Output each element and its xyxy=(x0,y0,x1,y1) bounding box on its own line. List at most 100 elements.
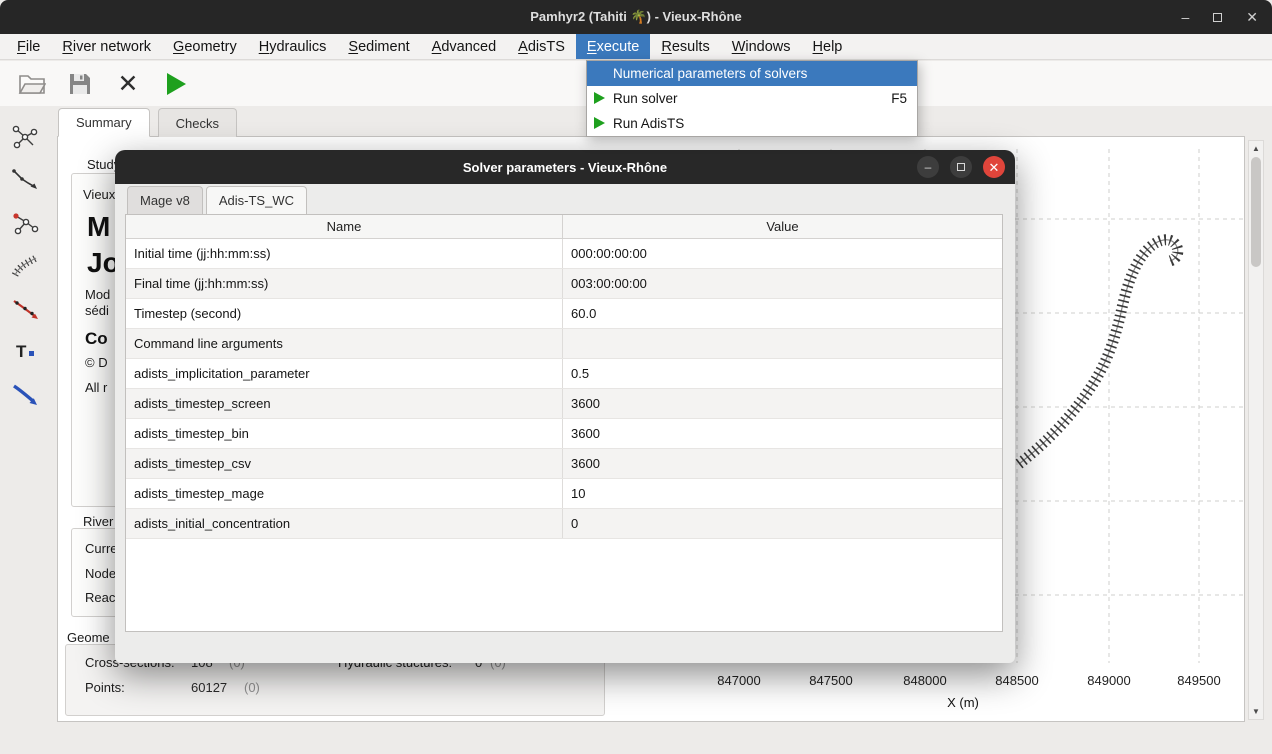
reach-profile-tool[interactable] xyxy=(9,165,41,195)
param-value[interactable]: 10 xyxy=(563,479,1002,508)
scrollbar-thumb[interactable] xyxy=(1251,157,1261,267)
red-curve-tool[interactable] xyxy=(9,294,41,324)
x-tick-label: 847000 xyxy=(704,673,774,688)
scroll-down-icon[interactable]: ▼ xyxy=(1249,707,1263,716)
open-button[interactable] xyxy=(16,68,48,100)
table-row[interactable]: adists_implicitation_parameter 0.5 xyxy=(126,359,1002,389)
menu-sediment[interactable]: Sediment xyxy=(337,34,420,59)
vertical-scrollbar[interactable]: ▲ ▼ xyxy=(1248,140,1264,720)
param-value[interactable]: 3600 xyxy=(563,419,1002,448)
window-titlebar[interactable]: Pamhyr2 (Tahiti 🌴) - Vieux-Rhône – ✕ xyxy=(0,0,1272,34)
points-value: 60127 xyxy=(191,680,227,695)
tab-mage-v8[interactable]: Mage v8 xyxy=(127,186,203,214)
river-network-tool[interactable] xyxy=(9,122,41,152)
param-name: Final time (jj:hh:mm:ss) xyxy=(126,269,563,298)
table-row[interactable]: adists_timestep_csv 3600 xyxy=(126,449,1002,479)
river-network-line3: Reac xyxy=(85,590,115,605)
param-value[interactable]: 000:00:00:00 xyxy=(563,239,1002,268)
param-value[interactable]: 60.0 xyxy=(563,299,1002,328)
column-header-name[interactable]: Name xyxy=(126,215,563,238)
side-toolbar: T xyxy=(6,122,44,410)
menu-item-label: Numerical parameters of solvers xyxy=(613,66,807,81)
dialog-controls: – ✕ xyxy=(917,156,1005,178)
concentration-tool[interactable] xyxy=(9,380,41,410)
scroll-up-icon[interactable]: ▲ xyxy=(1249,144,1263,153)
menu-results[interactable]: Results xyxy=(650,34,720,59)
param-name: adists_timestep_screen xyxy=(126,389,563,418)
menu-river-network[interactable]: River network xyxy=(51,34,162,59)
study-contact-line: Co xyxy=(85,329,108,349)
table-row[interactable]: Timestep (second) 60.0 xyxy=(126,299,1002,329)
menubar: File River network Geometry Hydraulics S… xyxy=(0,34,1272,60)
menu-execute[interactable]: Execute xyxy=(576,34,650,59)
table-row[interactable]: adists_timestep_screen 3600 xyxy=(126,389,1002,419)
river-network-icon xyxy=(10,123,40,151)
river-network-line2: Node xyxy=(85,566,116,581)
menu-help[interactable]: Help xyxy=(802,34,854,59)
menu-item-label: Run solver xyxy=(613,91,678,106)
param-name: Initial time (jj:hh:mm:ss) xyxy=(126,239,563,268)
menu-item-run-solver[interactable]: Run solver F5 xyxy=(587,86,917,111)
points-label: Points: xyxy=(85,680,125,695)
menu-hydraulics[interactable]: Hydraulics xyxy=(248,34,338,59)
maximize-icon[interactable] xyxy=(1213,10,1222,24)
save-button[interactable] xyxy=(64,68,96,100)
tab-summary[interactable]: Summary xyxy=(58,108,150,137)
x-axis-label: X (m) xyxy=(928,695,998,710)
menu-item-run-adists[interactable]: Run AdisTS xyxy=(587,111,917,136)
temperature-icon: T xyxy=(10,338,40,366)
dialog-title: Solver parameters - Vieux-Rhône xyxy=(463,160,667,175)
sections-tool[interactable] xyxy=(9,251,41,281)
menu-adists[interactable]: AdisTS xyxy=(507,34,576,59)
study-desc-line1: Mod xyxy=(85,287,110,302)
param-value[interactable] xyxy=(563,329,1002,358)
param-value[interactable]: 0 xyxy=(563,509,1002,538)
menu-windows[interactable]: Windows xyxy=(721,34,802,59)
param-value[interactable]: 003:00:00:00 xyxy=(563,269,1002,298)
play-icon xyxy=(594,92,605,104)
dialog-close-icon[interactable]: ✕ xyxy=(983,156,1005,178)
param-value[interactable]: 3600 xyxy=(563,449,1002,478)
run-solver-button[interactable] xyxy=(160,68,192,100)
close-study-button[interactable]: ✕ xyxy=(112,68,144,100)
menu-advanced[interactable]: Advanced xyxy=(421,34,508,59)
main-tabbar: Summary Checks xyxy=(58,108,237,137)
param-name: adists_initial_concentration xyxy=(126,509,563,538)
window-controls: – ✕ xyxy=(1181,0,1258,34)
param-name: Command line arguments xyxy=(126,329,563,358)
maximize-glyph xyxy=(957,163,965,171)
table-row[interactable]: Final time (jj:hh:mm:ss) 003:00:00:00 xyxy=(126,269,1002,299)
solver-parameters-dialog: Solver parameters - Vieux-Rhône – ✕ Mage… xyxy=(115,150,1015,663)
temperature-tool[interactable]: T xyxy=(9,337,41,367)
close-icon[interactable]: ✕ xyxy=(1246,10,1258,24)
nodes-tool[interactable] xyxy=(9,208,41,238)
x-tick-label: 848000 xyxy=(890,673,960,688)
minimize-icon[interactable]: – xyxy=(1181,10,1189,24)
table-row[interactable]: adists_initial_concentration 0 xyxy=(126,509,1002,539)
param-value[interactable]: 0.5 xyxy=(563,359,1002,388)
tab-checks[interactable]: Checks xyxy=(158,108,237,137)
table-row[interactable]: adists_timestep_bin 3600 xyxy=(126,419,1002,449)
x-tick-label: 849500 xyxy=(1164,673,1234,688)
river-centerline xyxy=(1019,240,1178,464)
menu-file[interactable]: File xyxy=(6,34,51,59)
param-name: adists_timestep_mage xyxy=(126,479,563,508)
dialog-titlebar[interactable]: Solver parameters - Vieux-Rhône – ✕ xyxy=(115,150,1015,184)
table-row[interactable]: Initial time (jj:hh:mm:ss) 000:00:00:00 xyxy=(126,239,1002,269)
menu-item-numerical-parameters[interactable]: Numerical parameters of solvers xyxy=(587,61,917,86)
table-row[interactable]: adists_timestep_mage 10 xyxy=(126,479,1002,509)
column-header-value[interactable]: Value xyxy=(563,215,1002,238)
dialog-minimize-icon[interactable]: – xyxy=(917,156,939,178)
cross-sections-icon xyxy=(10,252,40,280)
dialog-tabbar: Mage v8 Adis-TS_WC xyxy=(127,186,310,214)
table-row[interactable]: Command line arguments xyxy=(126,329,1002,359)
param-value[interactable]: 3600 xyxy=(563,389,1002,418)
menu-geometry[interactable]: Geometry xyxy=(162,34,248,59)
play-icon xyxy=(594,117,605,129)
app-window: Pamhyr2 (Tahiti 🌴) - Vieux-Rhône – ✕ Fil… xyxy=(0,0,1272,754)
table-body: Initial time (jj:hh:mm:ss) 000:00:00:00 … xyxy=(126,239,1002,539)
tab-adis-ts-wc[interactable]: Adis-TS_WC xyxy=(206,186,307,214)
study-copyright-line: © D xyxy=(85,355,108,370)
x-tick-label: 849000 xyxy=(1074,673,1144,688)
dialog-maximize-icon[interactable] xyxy=(950,156,972,178)
